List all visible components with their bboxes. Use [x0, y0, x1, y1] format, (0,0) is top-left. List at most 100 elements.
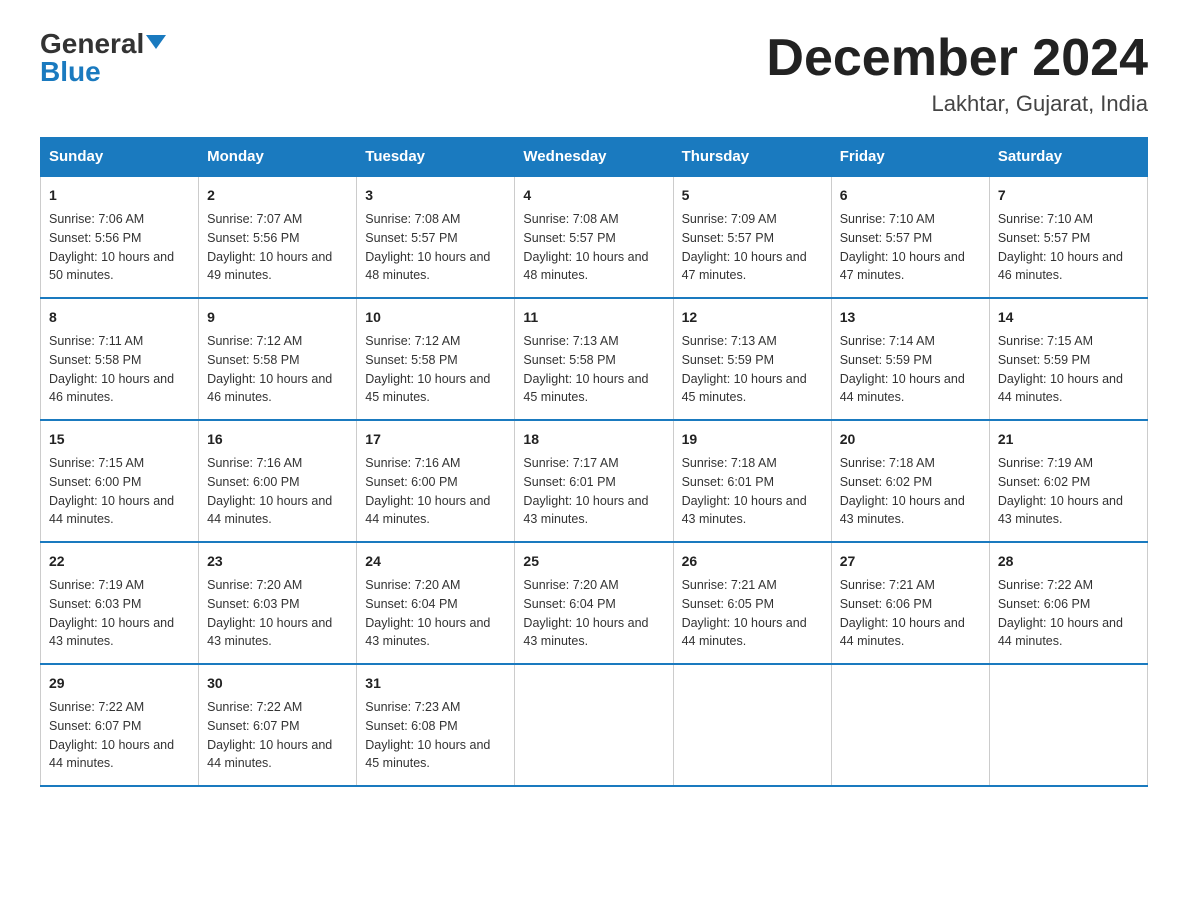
- day-number: 5: [682, 185, 823, 206]
- logo-general-text: General: [40, 30, 144, 58]
- calendar-cell: 12Sunrise: 7:13 AMSunset: 5:59 PMDayligh…: [673, 298, 831, 420]
- sunset-text: Sunset: 5:56 PM: [207, 231, 299, 245]
- sunset-text: Sunset: 5:58 PM: [207, 353, 299, 367]
- daylight-text: Daylight: 10 hours and 45 minutes.: [365, 372, 490, 405]
- day-number: 26: [682, 551, 823, 572]
- day-number: 8: [49, 307, 190, 328]
- month-title: December 2024: [766, 30, 1148, 87]
- daylight-text: Daylight: 10 hours and 43 minutes.: [682, 494, 807, 527]
- day-number: 15: [49, 429, 190, 450]
- sunrise-text: Sunrise: 7:15 AM: [998, 334, 1093, 348]
- header-sunday: Sunday: [41, 138, 199, 177]
- page-header: General Blue December 2024 Lakhtar, Guja…: [40, 30, 1148, 117]
- calendar-cell: 18Sunrise: 7:17 AMSunset: 6:01 PMDayligh…: [515, 420, 673, 542]
- sunset-text: Sunset: 6:00 PM: [365, 475, 457, 489]
- calendar-cell: 15Sunrise: 7:15 AMSunset: 6:00 PMDayligh…: [41, 420, 199, 542]
- daylight-text: Daylight: 10 hours and 44 minutes.: [207, 738, 332, 771]
- sunset-text: Sunset: 5:57 PM: [365, 231, 457, 245]
- sunrise-text: Sunrise: 7:08 AM: [365, 212, 460, 226]
- sunrise-text: Sunrise: 7:16 AM: [207, 456, 302, 470]
- calendar-week-row: 22Sunrise: 7:19 AMSunset: 6:03 PMDayligh…: [41, 542, 1148, 664]
- day-number: 14: [998, 307, 1139, 328]
- calendar-table: SundayMondayTuesdayWednesdayThursdayFrid…: [40, 137, 1148, 787]
- sunrise-text: Sunrise: 7:20 AM: [207, 578, 302, 592]
- header-saturday: Saturday: [989, 138, 1147, 177]
- daylight-text: Daylight: 10 hours and 46 minutes.: [49, 372, 174, 405]
- sunset-text: Sunset: 6:04 PM: [365, 597, 457, 611]
- daylight-text: Daylight: 10 hours and 44 minutes.: [840, 372, 965, 405]
- sunrise-text: Sunrise: 7:19 AM: [49, 578, 144, 592]
- sunrise-text: Sunrise: 7:13 AM: [523, 334, 618, 348]
- title-block: December 2024 Lakhtar, Gujarat, India: [766, 30, 1148, 117]
- calendar-cell: 14 Sunrise: 7:15 AM Sunset: 5:59 PM Dayligh…: [989, 298, 1147, 420]
- daylight-text: Daylight: 10 hours and 45 minutes.: [682, 372, 807, 405]
- daylight-text: Daylight: 10 hours and 43 minutes.: [523, 494, 648, 527]
- daylight-text: Daylight: 10 hours and 44 minutes.: [365, 494, 490, 527]
- header-friday: Friday: [831, 138, 989, 177]
- sunrise-text: Sunrise: 7:16 AM: [365, 456, 460, 470]
- header-tuesday: Tuesday: [357, 138, 515, 177]
- sunrise-text: Sunrise: 7:23 AM: [365, 700, 460, 714]
- calendar-cell: 19Sunrise: 7:18 AMSunset: 6:01 PMDayligh…: [673, 420, 831, 542]
- location-title: Lakhtar, Gujarat, India: [766, 91, 1148, 117]
- calendar-cell: 31Sunrise: 7:23 AMSunset: 6:08 PMDayligh…: [357, 664, 515, 786]
- logo-blue-text: Blue: [40, 58, 101, 86]
- daylight-text: Daylight: 10 hours and 43 minutes.: [840, 494, 965, 527]
- daylight-text: Daylight: 10 hours and 46 minutes.: [998, 250, 1123, 283]
- sunrise-text: Sunrise: 7:18 AM: [840, 456, 935, 470]
- day-number: 27: [840, 551, 981, 572]
- calendar-cell: 23Sunrise: 7:20 AMSunset: 6:03 PMDayligh…: [199, 542, 357, 664]
- sunset-text: Sunset: 5:56 PM: [49, 231, 141, 245]
- calendar-cell: 28Sunrise: 7:22 AMSunset: 6:06 PMDayligh…: [989, 542, 1147, 664]
- calendar-cell: 27Sunrise: 7:21 AMSunset: 6:06 PMDayligh…: [831, 542, 989, 664]
- sunset-text: Sunset: 5:59 PM: [998, 353, 1090, 367]
- day-number: 30: [207, 673, 348, 694]
- calendar-cell: 1Sunrise: 7:06 AMSunset: 5:56 PMDaylight…: [41, 176, 199, 298]
- sunrise-text: Sunrise: 7:11 AM: [49, 334, 143, 348]
- sunrise-text: Sunrise: 7:21 AM: [840, 578, 935, 592]
- calendar-header-row: SundayMondayTuesdayWednesdayThursdayFrid…: [41, 138, 1148, 177]
- calendar-cell: 11Sunrise: 7:13 AMSunset: 5:58 PMDayligh…: [515, 298, 673, 420]
- sunrise-text: Sunrise: 7:15 AM: [49, 456, 144, 470]
- sunset-text: Sunset: 6:01 PM: [523, 475, 615, 489]
- header-wednesday: Wednesday: [515, 138, 673, 177]
- sunset-text: Sunset: 5:58 PM: [49, 353, 141, 367]
- daylight-text: Daylight: 10 hours and 44 minutes.: [49, 738, 174, 771]
- sunset-text: Sunset: 6:08 PM: [365, 719, 457, 733]
- daylight-text: Daylight: 10 hours and 50 minutes.: [49, 250, 174, 283]
- day-number: 12: [682, 307, 823, 328]
- sunset-text: Sunset: 6:00 PM: [207, 475, 299, 489]
- daylight-text: Daylight: 10 hours and 44 minutes.: [998, 372, 1123, 405]
- day-number: 20: [840, 429, 981, 450]
- day-number: 31: [365, 673, 506, 694]
- logo: General Blue: [40, 30, 166, 86]
- calendar-cell: 13Sunrise: 7:14 AMSunset: 5:59 PMDayligh…: [831, 298, 989, 420]
- calendar-cell: [831, 664, 989, 786]
- calendar-cell: 9Sunrise: 7:12 AMSunset: 5:58 PMDaylight…: [199, 298, 357, 420]
- sunrise-text: Sunrise: 7:20 AM: [365, 578, 460, 592]
- calendar-week-row: 29Sunrise: 7:22 AMSunset: 6:07 PMDayligh…: [41, 664, 1148, 786]
- sunrise-text: Sunrise: 7:06 AM: [49, 212, 144, 226]
- daylight-text: Daylight: 10 hours and 43 minutes.: [998, 494, 1123, 527]
- sunrise-text: Sunrise: 7:10 AM: [840, 212, 935, 226]
- day-number: 21: [998, 429, 1139, 450]
- daylight-text: Daylight: 10 hours and 48 minutes.: [365, 250, 490, 283]
- sunrise-text: Sunrise: 7:22 AM: [998, 578, 1093, 592]
- sunset-text: Sunset: 5:57 PM: [523, 231, 615, 245]
- daylight-text: Daylight: 10 hours and 43 minutes.: [49, 616, 174, 649]
- day-number: 17: [365, 429, 506, 450]
- calendar-cell: 30Sunrise: 7:22 AMSunset: 6:07 PMDayligh…: [199, 664, 357, 786]
- calendar-cell: 3Sunrise: 7:08 AMSunset: 5:57 PMDaylight…: [357, 176, 515, 298]
- calendar-cell: 4Sunrise: 7:08 AMSunset: 5:57 PMDaylight…: [515, 176, 673, 298]
- daylight-text: Daylight: 10 hours and 43 minutes.: [523, 616, 648, 649]
- day-number: 28: [998, 551, 1139, 572]
- calendar-cell: 16Sunrise: 7:16 AMSunset: 6:00 PMDayligh…: [199, 420, 357, 542]
- sunrise-text: Sunrise: 7:14 AM: [840, 334, 935, 348]
- sunrise-text: Sunrise: 7:12 AM: [365, 334, 460, 348]
- sunset-text: Sunset: 5:59 PM: [682, 353, 774, 367]
- day-number: 22: [49, 551, 190, 572]
- day-number: 18: [523, 429, 664, 450]
- calendar-cell: 2Sunrise: 7:07 AMSunset: 5:56 PMDaylight…: [199, 176, 357, 298]
- daylight-text: Daylight: 10 hours and 48 minutes.: [523, 250, 648, 283]
- sunrise-text: Sunrise: 7:07 AM: [207, 212, 302, 226]
